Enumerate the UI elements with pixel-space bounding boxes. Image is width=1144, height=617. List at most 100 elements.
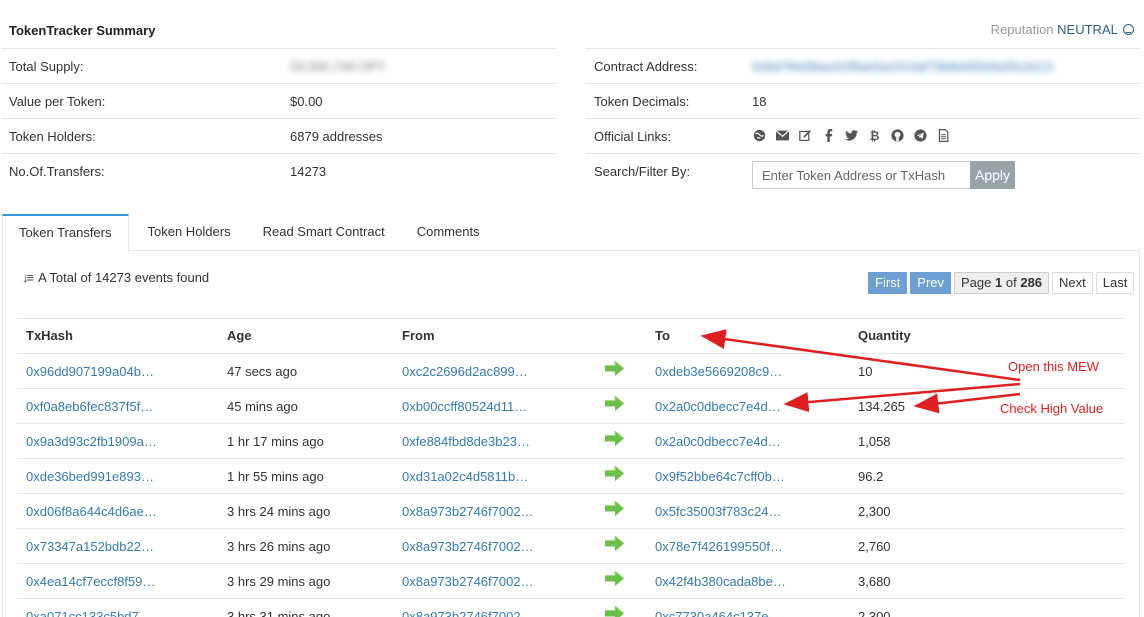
official-links-row: Official Links: ₿: [586, 118, 1140, 153]
prev-page-button[interactable]: Prev: [910, 272, 952, 294]
from-address-link[interactable]: 0xb00ccff80524d11…: [402, 399, 527, 414]
age-cell: 3 hrs 26 mins ago: [227, 539, 331, 554]
email-icon[interactable]: [775, 128, 790, 143]
token-decimals-row: Token Decimals: 18: [586, 83, 1140, 118]
header-to: To: [655, 328, 670, 343]
transfers-count-value: 14273: [290, 164, 327, 179]
age-cell: 3 hrs 31 mins ago: [227, 609, 331, 617]
pagination: First Prev Page 1 of 286 Next Last: [868, 272, 1135, 294]
age-cell: 47 secs ago: [227, 364, 298, 379]
edit-icon[interactable]: [798, 128, 813, 143]
transfer-arrow-icon: [605, 536, 624, 551]
contract-address-link[interactable]: 0x8d7f4d3bac61f8ae5ac014af70b8e665efa35c…: [752, 59, 1053, 74]
sort-icon[interactable]: ↓≡: [22, 270, 34, 285]
token-holders-label: Token Holders:: [9, 129, 96, 144]
neutral-face-icon: [1123, 24, 1134, 35]
page-indicator: Page 1 of 286: [954, 272, 1050, 294]
transfer-arrow-icon: [605, 571, 624, 586]
txhash-link[interactable]: 0xa071cc133c5bd7…: [26, 609, 152, 617]
reputation: Reputation NEUTRAL: [991, 22, 1134, 37]
txhash-link[interactable]: 0xde36bed991e893…: [26, 469, 154, 484]
token-holders-row: Token Holders: 6879 addresses: [2, 118, 556, 153]
from-address-link[interactable]: 0xc2c2696d2ac899…: [402, 364, 528, 379]
quantity-cell: 2,300: [858, 504, 891, 519]
to-address-link[interactable]: 0x78e7f426199550f…: [655, 539, 783, 554]
txhash-link[interactable]: 0xf0a8eb6fec837f5f…: [26, 399, 153, 414]
search-filter-form: Apply: [752, 161, 1015, 189]
age-cell: 45 mins ago: [227, 399, 298, 414]
header-from: From: [402, 328, 435, 343]
tab-token-transfers[interactable]: Token Transfers: [2, 214, 129, 252]
transfers-count-row: No.Of.Transfers: 14273: [2, 153, 556, 188]
last-page-button[interactable]: Last: [1095, 272, 1135, 294]
transfer-arrow-icon: [605, 606, 624, 617]
summary-left-table: Total Supply: 53,000,748 OPY Value per T…: [2, 48, 556, 188]
next-page-button[interactable]: Next: [1052, 272, 1093, 294]
tab-read-smart-contract[interactable]: Read Smart Contract: [247, 214, 401, 251]
total-supply-value: 53,000,748 OPY: [290, 59, 387, 74]
age-cell: 3 hrs 29 mins ago: [227, 574, 331, 589]
table-row: 0x9a3d93c2fb1909a… 1 hr 17 mins ago 0xfe88…: [17, 423, 1124, 458]
bitcoin-icon[interactable]: ₿: [867, 128, 882, 143]
from-address-link[interactable]: 0x8a973b2746f7002…: [402, 504, 534, 519]
to-address-link[interactable]: 0x42f4b380cada8be…: [655, 574, 786, 589]
page-prefix: Page: [961, 275, 992, 290]
transfer-arrow-icon: [605, 466, 624, 481]
quantity-cell: 3,680: [858, 574, 891, 589]
transfer-arrow-icon: [605, 431, 624, 446]
apply-button[interactable]: Apply: [970, 161, 1015, 189]
from-address-link[interactable]: 0x8a973b2746f7002…: [402, 609, 534, 617]
quantity-cell: 2,300: [858, 609, 891, 617]
txhash-link[interactable]: 0xd06f8a644c4d6ae…: [26, 504, 157, 519]
tab-token-holders[interactable]: Token Holders: [129, 214, 247, 251]
value-per-token-value: $0.00: [290, 94, 323, 109]
txhash-link[interactable]: 0x96dd907199a04b…: [26, 364, 154, 379]
token-search-input[interactable]: [752, 161, 970, 189]
telegram-icon[interactable]: [913, 128, 928, 143]
tab-comments[interactable]: Comments: [401, 214, 496, 251]
age-cell: 1 hr 55 mins ago: [227, 469, 324, 484]
events-found: ↓≡ A Total of 14273 events found: [22, 270, 209, 285]
github-icon[interactable]: [890, 128, 905, 143]
from-address-link[interactable]: 0xd31a02c4d5811b…: [402, 469, 528, 484]
txhash-link[interactable]: 0x4ea14cf7eccf8f59…: [26, 574, 155, 589]
from-address-link[interactable]: 0xfe884fbd8de3b23…: [402, 434, 530, 449]
to-address-link[interactable]: 0x5fc35003f783c24…: [655, 504, 781, 519]
header-quantity: Quantity: [858, 328, 911, 343]
token-decimals-value: 18: [752, 94, 767, 109]
official-links: ₿: [752, 128, 951, 143]
to-address-link[interactable]: 0x2a0c0dbecc7e4d…: [655, 399, 781, 414]
quantity-cell: 96.2: [858, 469, 884, 484]
table-row: 0xa071cc133c5bd7… 3 hrs 31 mins ago 0x8a97…: [17, 598, 1124, 617]
table-header: TxHash Age From To Quantity: [17, 318, 1124, 353]
reputation-value[interactable]: NEUTRAL: [1057, 22, 1117, 37]
events-found-text: A Total of 14273 events found: [38, 270, 210, 285]
to-address-link[interactable]: 0xc7730a464c137e…: [655, 609, 782, 617]
txhash-link[interactable]: 0x73347a152bdb22…: [26, 539, 154, 554]
total-supply-row: Total Supply: 53,000,748 OPY: [2, 48, 556, 83]
table-row: 0x96dd907199a04b… 47 secs ago 0xc2c2696d2a…: [17, 353, 1124, 388]
table-row: 0xd06f8a644c4d6ae… 3 hrs 24 mins ago 0x8a9…: [17, 493, 1124, 528]
twitter-icon[interactable]: [844, 128, 859, 143]
from-address-link[interactable]: 0x8a973b2746f7002…: [402, 539, 534, 554]
tab-bar: Token Transfers Token Holders Read Smart…: [2, 214, 1140, 252]
to-address-link[interactable]: 0x9f52bbe64c7cff0b…: [655, 469, 785, 484]
to-address-link[interactable]: 0x2a0c0dbecc7e4d…: [655, 434, 781, 449]
txhash-link[interactable]: 0x9a3d93c2fb1909a…: [26, 434, 157, 449]
table-row: 0x4ea14cf7eccf8f59… 3 hrs 29 mins ago 0x8a…: [17, 563, 1124, 598]
transfer-arrow-icon: [605, 396, 624, 411]
facebook-icon[interactable]: [821, 128, 836, 143]
transfer-arrow-icon: [605, 501, 624, 516]
table-row: 0xde36bed991e893… 1 hr 55 mins ago 0xd31a0…: [17, 458, 1124, 493]
total-supply-label: Total Supply:: [9, 59, 84, 74]
header-age: Age: [227, 328, 252, 343]
transfer-arrow-icon: [605, 361, 624, 376]
from-address-link[interactable]: 0x8a973b2746f7002…: [402, 574, 534, 589]
to-address-link[interactable]: 0xdeb3e5669208c9…: [655, 364, 782, 379]
first-page-button[interactable]: First: [868, 272, 908, 294]
search-filter-row: Search/Filter By: Apply: [586, 153, 1140, 189]
globe-icon[interactable]: [752, 128, 767, 143]
summary-title: TokenTracker Summary: [9, 23, 156, 38]
age-cell: 3 hrs 24 mins ago: [227, 504, 331, 519]
document-icon[interactable]: [936, 128, 951, 143]
